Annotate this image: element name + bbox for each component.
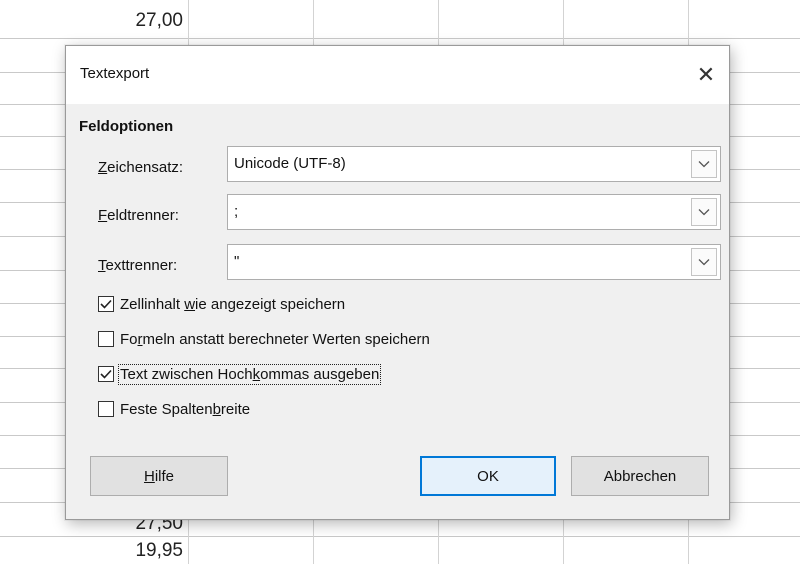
text-delimiter-label: Texttrenner:: [98, 257, 178, 274]
option-save-formulas[interactable]: Formeln anstatt berechneter Werten speic…: [98, 328, 430, 350]
chevron-down-icon: [698, 209, 710, 216]
check-icon: [100, 299, 112, 309]
dialog-titlebar: Textexport ✕: [66, 46, 729, 104]
text-delimiter-dropdown-button[interactable]: [691, 248, 717, 276]
option-fixed-column-width[interactable]: Feste Spaltenbreite: [98, 398, 250, 420]
help-button[interactable]: Hilfe: [90, 456, 228, 496]
quote-text-label: Text zwischen Hochkommas ausgeben: [117, 363, 382, 385]
dialog-title: Textexport: [80, 65, 150, 82]
grid-row-line: [0, 536, 800, 537]
chevron-down-icon: [698, 259, 710, 266]
field-delimiter-dropdown-button[interactable]: [691, 198, 717, 226]
option-quote-text[interactable]: Text zwischen Hochkommas ausgeben: [98, 363, 382, 385]
charset-dropdown-button[interactable]: [691, 150, 717, 178]
save-formulas-checkbox[interactable]: [98, 331, 114, 347]
chevron-down-icon: [698, 161, 710, 168]
text-delimiter-value: ": [234, 253, 240, 270]
text-delimiter-select[interactable]: ": [227, 244, 721, 280]
field-delimiter-select[interactable]: ;: [227, 194, 721, 230]
text-export-dialog: Textexport ✕ Feldoptionen Zeichensatz: U…: [65, 45, 730, 520]
save-as-shown-label: Zellinhalt wie angezeigt speichern: [120, 295, 346, 313]
ok-button[interactable]: OK: [420, 456, 556, 496]
save-formulas-label: Formeln anstatt berechneter Werten speic…: [120, 330, 430, 348]
cell-value[interactable]: 27,00: [83, 10, 183, 32]
close-icon: ✕: [696, 62, 716, 87]
fixed-column-width-label: Feste Spaltenbreite: [120, 400, 251, 418]
charset-select[interactable]: Unicode (UTF-8): [227, 146, 721, 182]
cancel-button[interactable]: Abbrechen: [571, 456, 709, 496]
charset-label: Zeichensatz:: [98, 159, 184, 176]
grid-row-line: [0, 38, 800, 39]
cell-value[interactable]: 19,95: [83, 540, 183, 562]
field-delimiter-value: ;: [234, 203, 239, 220]
fixed-column-width-checkbox[interactable]: [98, 401, 114, 417]
field-delimiter-label: Feldtrenner:: [98, 207, 179, 224]
save-as-shown-checkbox[interactable]: [98, 296, 114, 312]
section-title: Feldoptionen: [79, 118, 174, 135]
check-icon: [100, 369, 112, 379]
charset-value: Unicode (UTF-8): [234, 155, 346, 172]
option-save-as-shown[interactable]: Zellinhalt wie angezeigt speichern: [98, 293, 345, 315]
close-button[interactable]: ✕: [689, 58, 723, 92]
quote-text-checkbox[interactable]: [98, 366, 114, 382]
